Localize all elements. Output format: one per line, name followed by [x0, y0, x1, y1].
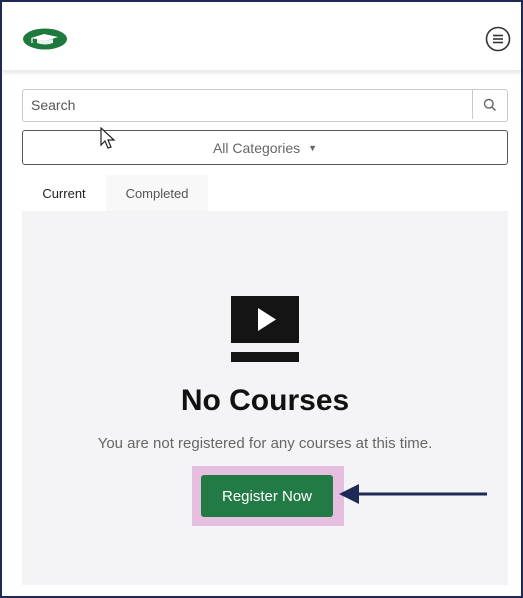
app-header: [2, 2, 521, 71]
tab-current[interactable]: Current: [22, 175, 106, 212]
mouse-cursor-icon: [100, 127, 116, 149]
hamburger-menu-icon[interactable]: [485, 26, 511, 52]
annotation-arrow-icon: [339, 484, 487, 504]
course-tabs: Current Completed: [22, 175, 208, 212]
category-dropdown[interactable]: All Categories ▼: [22, 130, 508, 165]
tab-completed[interactable]: Completed: [106, 175, 208, 211]
video-play-icon: [231, 296, 299, 362]
search-box: [22, 89, 508, 122]
search-icon: [483, 98, 497, 111]
graduation-cap-logo-icon[interactable]: [22, 28, 68, 50]
app-frame: All Categories ▼ Current Completed No Co…: [0, 0, 523, 598]
empty-state-title: No Courses: [180, 384, 350, 417]
search-input[interactable]: [23, 90, 479, 119]
courses-panel: No Courses You are not registered for an…: [22, 211, 508, 585]
chevron-down-icon: ▼: [308, 142, 318, 153]
search-button[interactable]: [472, 90, 507, 119]
empty-state-message: You are not registered for any courses a…: [97, 435, 433, 452]
register-now-button[interactable]: Register Now: [201, 475, 333, 517]
category-dropdown-label: All Categories: [212, 139, 301, 156]
